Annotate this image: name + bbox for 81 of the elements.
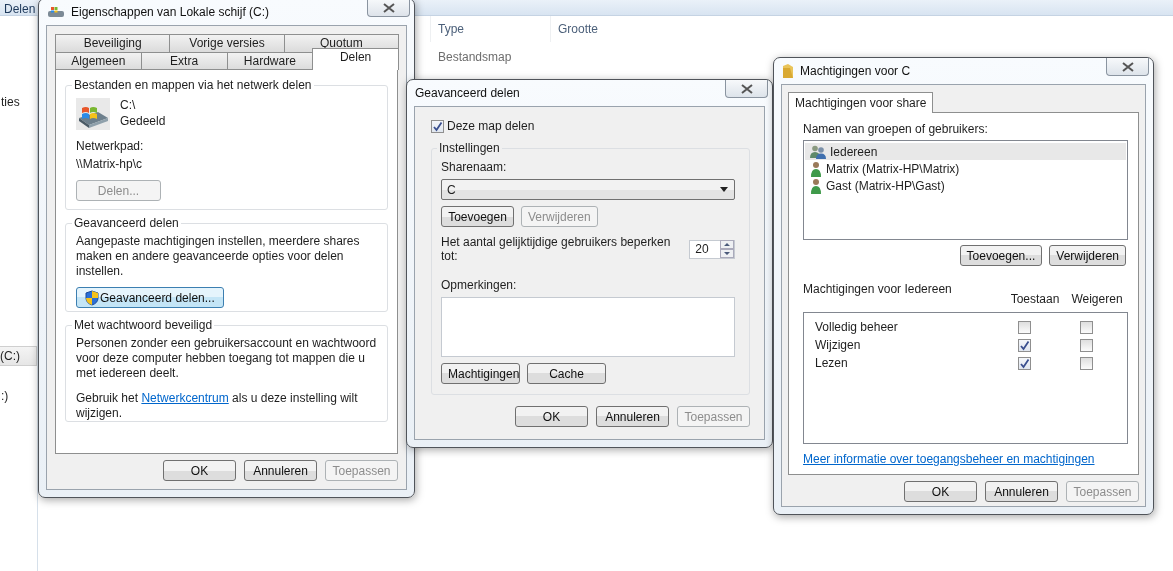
user-icon	[810, 160, 822, 177]
dialog-button[interactable]: OK	[515, 406, 588, 427]
dialog-button[interactable]: Annuleren	[244, 460, 317, 481]
user-icon	[810, 177, 822, 194]
close-button[interactable]	[367, 0, 410, 17]
close-button[interactable]	[1106, 58, 1149, 76]
dialog-button[interactable]: OK	[163, 460, 236, 481]
group-heading: Met wachtwoord beveiligd	[73, 318, 214, 332]
close-icon	[382, 2, 395, 13]
column-header: Toestaan	[1009, 292, 1061, 306]
group-heading: Geavanceerd delen	[73, 216, 180, 230]
checkbox[interactable]	[1079, 338, 1093, 352]
shield-icon	[85, 289, 99, 306]
permission-name: Lezen	[815, 356, 849, 370]
window-title: Eigenschappen van Lokale schijf (C:)	[71, 5, 271, 19]
checkbox-label: Deze map delen	[447, 119, 535, 133]
tab[interactable]: Hardware	[226, 52, 314, 70]
list-label: Machtigingen voor Iedereen	[803, 282, 953, 296]
navigation-item[interactable]: (C:)	[0, 346, 37, 366]
dialog-button[interactable]: OK	[904, 481, 977, 502]
description-text: Personen zonder een gebruikersaccount en wachtwoord voor deze computer hebben toegang tot mappen die u met iedereen deelt.	[76, 336, 377, 381]
dialog-button[interactable]: Verwijderen	[1049, 245, 1126, 266]
tab[interactable]: Delen	[312, 48, 399, 70]
close-button[interactable]	[725, 80, 768, 98]
tab[interactable]: Beveiliging	[55, 34, 171, 52]
spinner-arrows-icon	[720, 240, 734, 258]
checkbox[interactable]	[1079, 320, 1093, 334]
navigation-item[interactable]: :)	[0, 386, 37, 406]
user-limit-spinner[interactable]: 20	[689, 239, 735, 259]
user-list-item[interactable]: Matrix (Matrix-HP\Matrix)	[805, 160, 1126, 177]
user-list-item[interactable]: Iedereen	[805, 143, 1126, 160]
checkbox[interactable]	[1079, 356, 1093, 370]
window-title: Geavanceerd delen	[415, 86, 521, 100]
field-label: Het aantal gelijktijdige gebruikers beperken tot:	[441, 235, 672, 263]
field-label: Opmerkingen:	[441, 277, 518, 293]
share-name-dropdown[interactable]: C	[441, 179, 735, 200]
dialog-button[interactable]: Annuleren	[985, 481, 1058, 502]
navigation-item[interactable]: ties	[0, 92, 37, 112]
network-path: \\Matrix-hp\c	[76, 156, 143, 172]
folder-icon	[782, 63, 794, 79]
tab[interactable]: Vorige versies	[169, 34, 285, 52]
network-center-link[interactable]: Netwerkcentrum	[141, 391, 229, 405]
comments-field[interactable]	[441, 297, 735, 357]
field-label: Sharenaam:	[441, 159, 508, 175]
dialog-button[interactable]: Annuleren	[596, 406, 669, 427]
network-path-label: Netwerkpad:	[76, 138, 145, 154]
tab[interactable]: Machtigingen voor share	[788, 92, 934, 113]
checkbox[interactable]	[1017, 356, 1031, 370]
group-heading: Bestanden en mappen via het netwerk delen	[73, 78, 313, 92]
folder-path: C:\	[120, 98, 137, 112]
share-status: Gedeeld	[120, 114, 166, 128]
tab[interactable]: Extra	[140, 52, 228, 70]
group-heading: Instellingen	[438, 141, 501, 155]
column-header: Weigeren	[1070, 292, 1124, 306]
column-header[interactable]: Grootte	[550, 16, 670, 42]
checkbox[interactable]	[431, 119, 444, 133]
user-group-icon	[810, 144, 826, 159]
checkbox[interactable]	[1017, 320, 1031, 334]
column-header[interactable]: Type	[430, 16, 550, 42]
tab[interactable]: Algemeen	[55, 52, 142, 70]
permission-name: Wijzigen	[815, 338, 862, 352]
dialog-button[interactable]: Toevoegen	[441, 206, 514, 227]
instruction-text: Gebruik het Netwerkcentrum als u deze instelling wilt wijzigen.	[76, 391, 359, 421]
close-icon	[1121, 61, 1134, 72]
list-label: Namen van groepen of gebruikers:	[803, 121, 989, 137]
drive-icon	[76, 98, 110, 130]
description-text: Aangepaste machtigingen instellen, meerdere shares maken en andere geavanceerde opties voor delen instellen.	[76, 234, 361, 279]
user-list-item[interactable]: Gast (Matrix-HP\Gast)	[805, 177, 1126, 194]
permission-name: Volledig beheer	[815, 320, 899, 334]
close-icon	[740, 83, 753, 94]
toolbar-button[interactable]: Delen	[0, 3, 36, 15]
dialog-button[interactable]: Toevoegen...	[959, 245, 1043, 266]
checkbox[interactable]	[1017, 338, 1031, 352]
window-title: Machtigingen voor C	[800, 64, 912, 78]
caret-icon	[720, 187, 728, 192]
advanced-sharing-button[interactable]: Geavanceerd delen...	[76, 287, 224, 308]
info-link[interactable]: Meer informatie over toegangsbeheer en machtigingen	[803, 452, 1128, 466]
table-cell-text: Bestandsmap	[437, 50, 512, 64]
dialog-button[interactable]: Machtigingen	[441, 363, 520, 384]
dialog-button[interactable]: Cache	[527, 363, 606, 384]
drive-icon	[47, 5, 65, 19]
